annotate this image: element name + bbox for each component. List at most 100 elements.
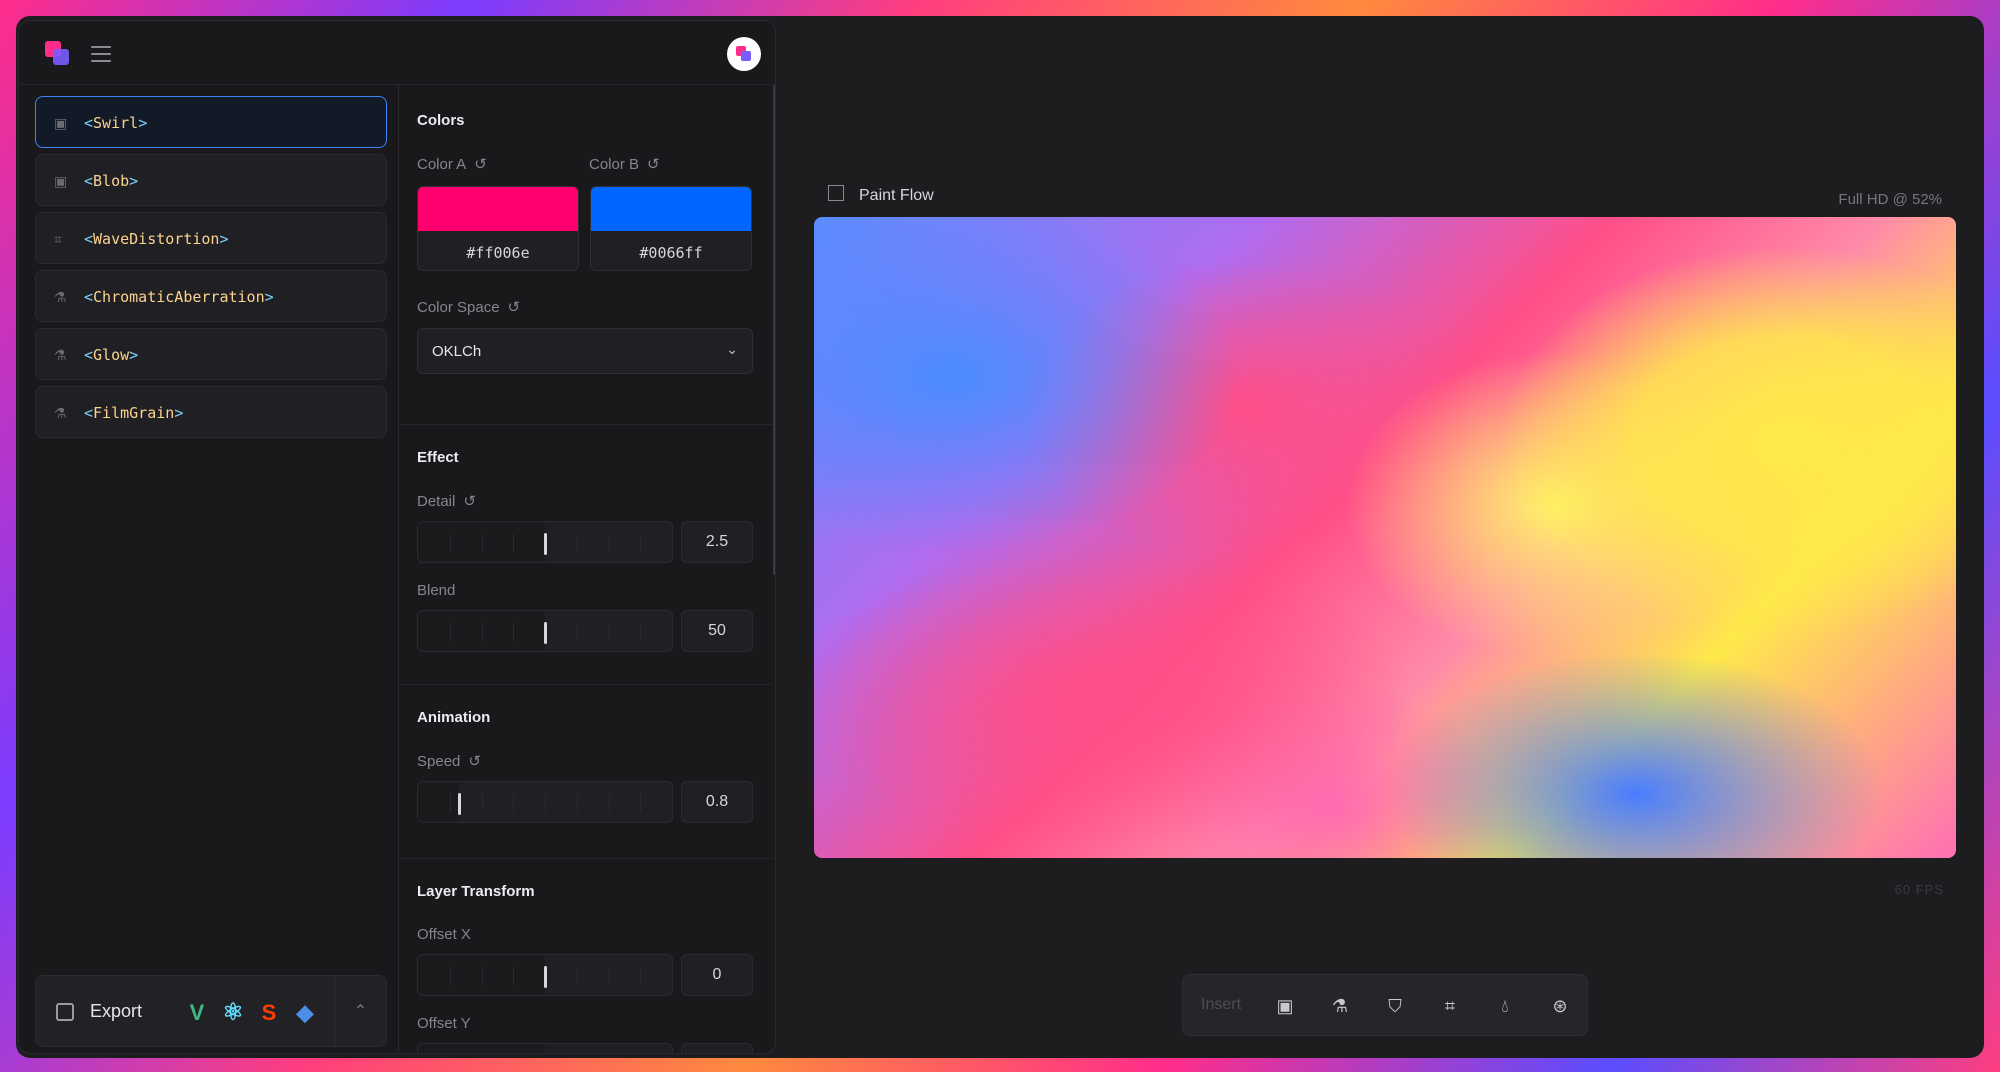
- shield-icon[interactable]: ⛉: [1381, 992, 1409, 1020]
- reset-icon[interactable]: ↺: [468, 752, 481, 770]
- insert-label: Insert: [1201, 996, 1242, 1013]
- slider-tick: [482, 967, 483, 985]
- color-b-swatch[interactable]: #0066ff: [590, 186, 752, 271]
- section-title: Animation: [417, 709, 491, 726]
- detail-slider[interactable]: [417, 521, 673, 563]
- slider-thumb[interactable]: [458, 793, 461, 815]
- section-title: Layer Transform: [417, 883, 535, 900]
- offset-x-label: Offset X: [417, 926, 471, 943]
- blend-label: Blend: [417, 582, 456, 599]
- layer-item-glow[interactable]: ⚗ <Glow>: [35, 328, 387, 380]
- layer-item-wavedistortion[interactable]: ⌗ <WaveDistortion>: [35, 212, 387, 264]
- slider-tick: [577, 623, 578, 641]
- offset-y-slider[interactable]: [417, 1043, 673, 1053]
- app-logo[interactable]: [45, 41, 71, 67]
- reset-icon[interactable]: ↺: [508, 298, 521, 316]
- slider-tick: [513, 794, 514, 812]
- canvas-title: Paint Flow: [859, 187, 934, 204]
- slider-fill: [418, 782, 459, 822]
- flask-icon: ⚗: [54, 347, 67, 363]
- app-window: ▣ <Swirl> ▣ <Blob> ⌗ <WaveDistortion> ⚗ …: [16, 16, 1984, 1058]
- slider-tick: [609, 623, 610, 641]
- blend-slider[interactable]: [417, 610, 673, 652]
- effect-section: Effect Detail ↺ 2.5 Blend 50: [400, 425, 773, 685]
- color-b-label: Color B: [589, 156, 640, 173]
- color-space-select[interactable]: OKLCh ⌄: [417, 328, 753, 374]
- layer-name: Swirl: [93, 114, 139, 132]
- drop-icon[interactable]: 💧︎: [1491, 992, 1519, 1020]
- slider-tick: [513, 967, 514, 985]
- offset-x-slider[interactable]: [417, 954, 673, 996]
- color-b-hex: #0066ff: [639, 244, 703, 262]
- fps-counter: 60 FPS: [1894, 882, 1944, 897]
- flask-icon: ⚗: [54, 405, 67, 421]
- slider-tick: [640, 623, 641, 641]
- slider-thumb[interactable]: [544, 622, 547, 644]
- slider-tick: [450, 534, 451, 552]
- slider-tick: [482, 534, 483, 552]
- detail-label: Detail: [417, 493, 456, 510]
- flask-icon[interactable]: ⚗: [1326, 992, 1354, 1020]
- frame-icon[interactable]: ⌗: [1436, 992, 1464, 1020]
- vue-icon[interactable]: V: [184, 1000, 210, 1026]
- slider-tick: [513, 623, 514, 641]
- layer-item-swirl[interactable]: ▣ <Swirl>: [35, 96, 387, 148]
- slider-tick: [482, 623, 483, 641]
- framer-icon[interactable]: ◆: [292, 1000, 318, 1026]
- slider-tick: [450, 623, 451, 641]
- editor-panel: ▣ <Swirl> ▣ <Blob> ⌗ <WaveDistortion> ⚗ …: [18, 20, 776, 1054]
- layer-item-filmgrain[interactable]: ⚗ <FilmGrain>: [35, 386, 387, 438]
- layer-item-chromaticaberration[interactable]: ⚗ <ChromaticAberration>: [35, 270, 387, 322]
- resolution-label[interactable]: Full HD @ 52%: [1838, 191, 1942, 208]
- slider-tick: [609, 967, 610, 985]
- react-icon[interactable]: ⚛: [220, 1000, 246, 1026]
- image-icon: ▣: [54, 115, 68, 131]
- slider-tick: [609, 534, 610, 552]
- slider-thumb[interactable]: [544, 533, 547, 555]
- slider-tick: [640, 967, 641, 985]
- slider-tick: [609, 794, 610, 812]
- slider-tick: [577, 794, 578, 812]
- preview-canvas[interactable]: [814, 217, 1956, 858]
- layer-name: WaveDistortion: [93, 230, 220, 248]
- slider-tick: [513, 534, 514, 552]
- offset-y-label: Offset Y: [417, 1015, 471, 1032]
- slider-tick: [482, 794, 483, 812]
- layer-item-blob[interactable]: ▣ <Blob>: [35, 154, 387, 206]
- layer-list: ▣ <Swirl> ▣ <Blob> ⌗ <WaveDistortion> ⚗ …: [19, 85, 399, 1053]
- scrollbar[interactable]: [773, 85, 775, 575]
- color-space-label: Color Space: [417, 299, 500, 316]
- speed-slider[interactable]: [417, 781, 673, 823]
- slider-fill: [418, 1044, 545, 1053]
- offset-y-value[interactable]: 0: [681, 1043, 753, 1053]
- image-icon: ▣: [54, 173, 68, 189]
- speed-value[interactable]: 0.8: [681, 781, 753, 823]
- export-button[interactable]: Export: [36, 976, 186, 1048]
- frame-icon: ⌗: [54, 231, 62, 247]
- slider-tick: [577, 534, 578, 552]
- image-icon[interactable]: ▣: [1271, 992, 1299, 1020]
- animation-section: Animation Speed ↺ 0.8: [400, 685, 773, 859]
- chevron-down-icon: ⌄: [726, 341, 738, 357]
- layer-name: FilmGrain: [93, 404, 175, 422]
- reset-icon[interactable]: ↺: [463, 492, 476, 510]
- blend-icon[interactable]: ⊛: [1546, 992, 1574, 1020]
- chevron-up-icon[interactable]: ⌃: [334, 976, 386, 1048]
- panel-header: [19, 21, 775, 85]
- menu-icon[interactable]: [91, 46, 111, 62]
- slider-tick: [640, 534, 641, 552]
- layer-transform-section: Layer Transform Offset X 0 Offset Y 0: [400, 859, 773, 1053]
- svelte-icon[interactable]: S: [256, 1000, 282, 1026]
- reset-icon[interactable]: ↺: [474, 155, 487, 173]
- slider-thumb[interactable]: [544, 966, 547, 988]
- layer-name: Glow: [93, 346, 130, 364]
- color-a-swatch[interactable]: #ff006e: [417, 186, 579, 271]
- slider-tick: [545, 794, 546, 812]
- avatar[interactable]: [727, 37, 761, 71]
- detail-value[interactable]: 2.5: [681, 521, 753, 563]
- frame-icon: [828, 185, 844, 201]
- reset-icon[interactable]: ↺: [647, 155, 660, 173]
- offset-x-value[interactable]: 0: [681, 954, 753, 996]
- blend-value[interactable]: 50: [681, 610, 753, 652]
- section-title: Effect: [417, 449, 459, 466]
